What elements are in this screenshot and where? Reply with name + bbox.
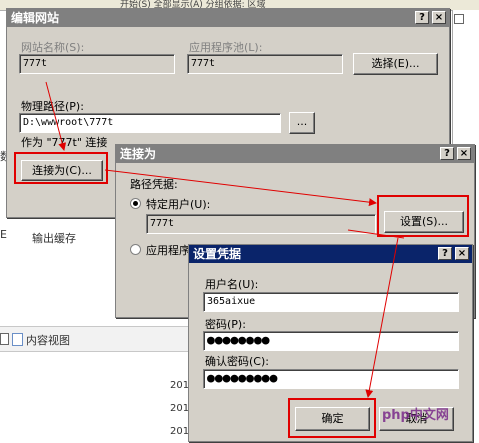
arrow-to-ok bbox=[365, 237, 399, 398]
watermark: php中文网 bbox=[382, 408, 449, 423]
arrow-settings-back bbox=[347, 229, 405, 239]
arrow-to-connect-as bbox=[45, 81, 67, 151]
arrow-to-settings bbox=[104, 169, 377, 207]
annotation-arrows bbox=[45, 81, 405, 398]
